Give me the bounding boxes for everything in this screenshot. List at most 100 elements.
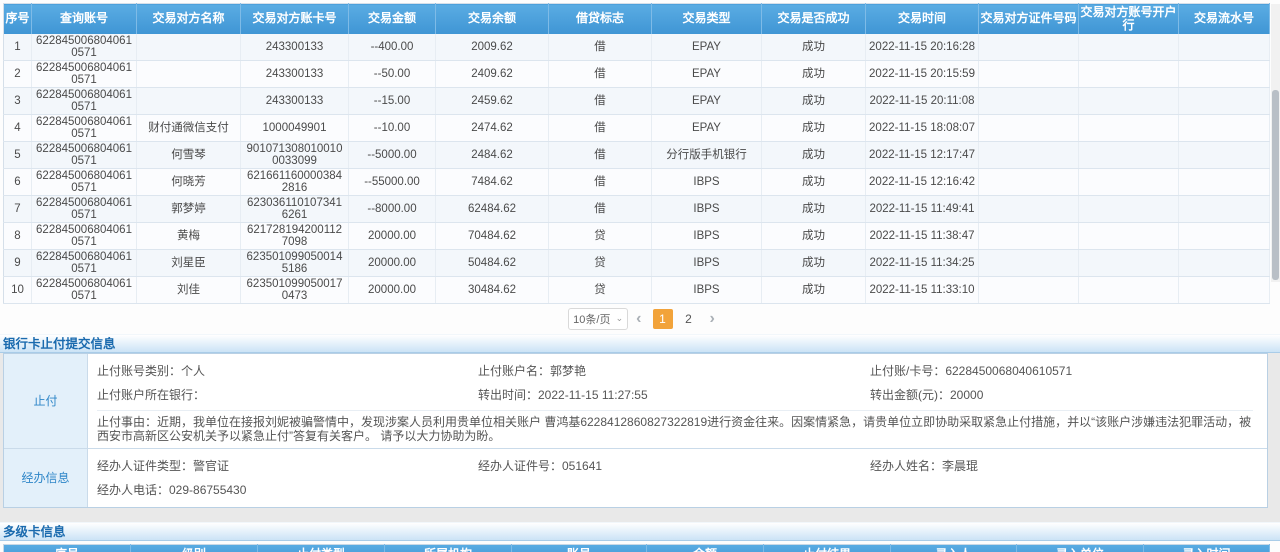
transaction-cell: [979, 60, 1079, 87]
column-header: 交易时间: [866, 4, 979, 34]
transaction-cell: 成功: [762, 114, 866, 141]
table-row: 76228450068040610571郭梦婷62303611010734162…: [4, 195, 1270, 222]
transaction-cell: 刘佳: [137, 276, 241, 303]
transaction-cell: [979, 195, 1079, 222]
page-size-select[interactable]: 10条/页 ⌄: [568, 308, 628, 330]
stop-payment-group: 止付 止付账号类别：个人止付账户名：郭梦艳止付账/卡号：622845006804…: [4, 354, 1267, 449]
transaction-cell: 借: [549, 168, 652, 195]
field-row: 经办人电话：029-86755430: [97, 478, 1253, 502]
transaction-cell: 243300133: [241, 34, 349, 61]
transaction-cell: 6230361101073416261: [241, 195, 349, 222]
vertical-scrollbar[interactable]: [1271, 4, 1280, 282]
transaction-cell: 30484.62: [436, 276, 549, 303]
transaction-cell: [137, 87, 241, 114]
next-page-button[interactable]: ›: [710, 311, 715, 327]
transaction-cell: 70484.62: [436, 222, 549, 249]
transaction-cell: EPAY: [652, 60, 762, 87]
transaction-cell: 刘星臣: [137, 249, 241, 276]
transaction-cell: 62484.62: [436, 195, 549, 222]
transaction-cell: EPAY: [652, 34, 762, 61]
transactions-table: 序号查询账号交易对方名称交易对方账卡号交易金额交易余额借贷标志交易类型交易是否成…: [3, 3, 1270, 304]
transaction-cell: 1: [4, 34, 32, 61]
transaction-cell: 2022-11-15 20:15:59: [866, 60, 979, 87]
transaction-cell: 9: [4, 249, 32, 276]
transaction-cell: --55000.00: [349, 168, 436, 195]
field-text: 经办人证件类型：警官证: [97, 457, 478, 474]
transaction-cell: 成功: [762, 195, 866, 222]
field-text: 止付账号类别：个人: [97, 362, 478, 379]
column-header: 交易流水号: [1179, 4, 1270, 34]
transaction-cell: [1079, 222, 1179, 249]
transaction-cell: 2022-11-15 11:49:41: [866, 195, 979, 222]
stop-payment-group-label: 止付: [4, 354, 88, 448]
column-header: 录入时间: [1144, 544, 1270, 552]
transaction-cell: 2022-11-15 20:11:08: [866, 87, 979, 114]
transaction-cell: 6228450068040610571: [32, 87, 137, 114]
transaction-cell: 2459.62: [436, 87, 549, 114]
transaction-cell: 6228450068040610571: [32, 60, 137, 87]
stop-reason-text: 止付事由：近期，我单位在接报刘妮被骗警情中，发现涉案人员利用贵单位相关账户 曹鸿…: [97, 410, 1253, 443]
column-header: 录入人: [891, 544, 1017, 552]
transaction-cell: [979, 276, 1079, 303]
transaction-cell: 6228450068040610571: [32, 222, 137, 249]
transaction-cell: 6217281942001127098: [241, 222, 349, 249]
transaction-cell: 20000.00: [349, 222, 436, 249]
scrollbar-thumb[interactable]: [1272, 90, 1279, 280]
transaction-cell: IBPS: [652, 249, 762, 276]
transaction-cell: --10.00: [349, 114, 436, 141]
stop-payment-panel: 止付 止付账号类别：个人止付账户名：郭梦艳止付账/卡号：622845006804…: [3, 353, 1268, 508]
transaction-cell: 6228450068040610571: [32, 249, 137, 276]
transaction-cell: 243300133: [241, 60, 349, 87]
transaction-cell: 6: [4, 168, 32, 195]
table-row: 26228450068040610571243300133--50.002409…: [4, 60, 1270, 87]
transaction-cell: [1179, 276, 1270, 303]
transaction-cell: 2: [4, 60, 32, 87]
transaction-cell: 2474.62: [436, 114, 549, 141]
transaction-cell: 成功: [762, 60, 866, 87]
page-1-button[interactable]: 1: [653, 309, 673, 329]
transaction-cell: [1179, 60, 1270, 87]
column-header: 交易对方账号开户行: [1079, 4, 1179, 34]
transaction-cell: [1079, 34, 1179, 61]
transaction-cell: 借: [549, 34, 652, 61]
transaction-cell: 6228450068040610571: [32, 276, 137, 303]
transaction-cell: 成功: [762, 87, 866, 114]
transaction-cell: 借: [549, 60, 652, 87]
section-divider: [0, 508, 1280, 522]
transaction-cell: EPAY: [652, 114, 762, 141]
transaction-cell: 成功: [762, 141, 866, 168]
transaction-cell: [1079, 195, 1179, 222]
field-text: 转出金额(元)：20000: [870, 386, 1253, 403]
handler-group-label: 经办信息: [4, 449, 88, 507]
field-row: 止付账户所在银行：转出时间：2022-11-15 11:27:55转出金额(元)…: [97, 383, 1253, 407]
transaction-cell: 贷: [549, 249, 652, 276]
transaction-cell: 何晓芳: [137, 168, 241, 195]
handler-group: 经办信息 经办人证件类型：警官证经办人证件号：051641经办人姓名：李晨琨 经…: [4, 449, 1267, 507]
field-text: 止付账户名：郭梦艳: [478, 362, 870, 379]
page-2-button[interactable]: 2: [679, 309, 699, 329]
column-header: 查询账号: [32, 4, 137, 34]
transaction-cell: --400.00: [349, 34, 436, 61]
transaction-cell: --8000.00: [349, 195, 436, 222]
column-header: 借贷标志: [549, 4, 652, 34]
transaction-cell: [1179, 222, 1270, 249]
field-row: 经办人证件类型：警官证经办人证件号：051641经办人姓名：李晨琨: [97, 454, 1253, 478]
prev-page-button[interactable]: ‹: [636, 311, 641, 327]
field-text: 经办人证件号：051641: [478, 457, 870, 474]
transaction-cell: 243300133: [241, 87, 349, 114]
field-text: 经办人姓名：李晨琨: [870, 457, 1253, 474]
column-header: 交易对方账卡号: [241, 4, 349, 34]
transaction-cell: 成功: [762, 34, 866, 61]
column-header: 账号: [512, 544, 647, 552]
transaction-cell: [1179, 249, 1270, 276]
transaction-cell: [979, 168, 1079, 195]
page-number-list: 12: [650, 309, 702, 329]
multilevel-cards-table: 序号级别止付类型所属机构账号余额止付结果录入人录入单位录入时间 1一级第三方止付…: [3, 544, 1270, 552]
handler-fields: 经办人证件类型：警官证经办人证件号：051641经办人姓名：李晨琨 经办人电话：…: [88, 449, 1267, 507]
transaction-cell: --15.00: [349, 87, 436, 114]
transaction-cell: 何雪琴: [137, 141, 241, 168]
transaction-cell: 借: [549, 141, 652, 168]
transaction-cell: 2022-11-15 18:08:07: [866, 114, 979, 141]
column-header: 序号: [4, 544, 131, 552]
transaction-cell: 郭梦婷: [137, 195, 241, 222]
